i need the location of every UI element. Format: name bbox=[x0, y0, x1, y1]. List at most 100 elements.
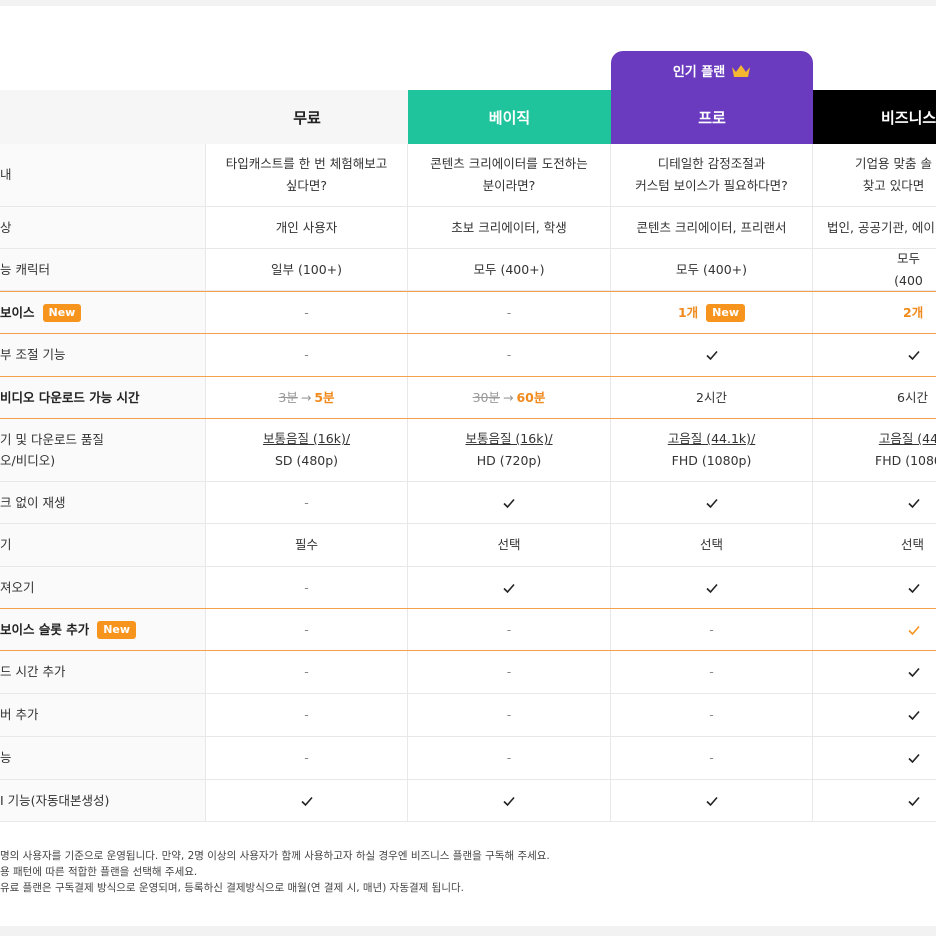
plan-cell-pro: 2시간 bbox=[611, 377, 813, 418]
plan-header-business: 비즈니스 bbox=[813, 90, 936, 144]
table-row: 버 추가 - - - bbox=[0, 694, 936, 737]
table-row: 기 및 다운로드 품질 오/비디오) 보통음질 (16k)/SD (480p) 보통… bbox=[0, 419, 936, 482]
plan-cell-biz bbox=[813, 694, 936, 736]
plan-cell-biz: 기업용 맞춤 솔 찾고 있다면 bbox=[813, 144, 936, 206]
plan-cell-basic: - bbox=[408, 651, 611, 693]
check-icon bbox=[705, 796, 718, 806]
new-value: 5분 bbox=[314, 389, 335, 405]
check-icon bbox=[503, 498, 515, 508]
row-label: 보이스 슬롯 추가 New bbox=[0, 609, 206, 650]
row-label-text: 져오기 bbox=[0, 579, 35, 595]
cell-text: 6시간 bbox=[897, 389, 928, 405]
plan-cell-pro: - bbox=[611, 651, 813, 693]
cell-text: - bbox=[304, 621, 309, 637]
plan-cell-basic: 선택 bbox=[408, 524, 611, 566]
quality-audio: 보통음질 (16k)/ bbox=[465, 431, 553, 447]
footnote: 유료 플랜은 구독결제 방식으로 운영되며, 등록하신 결제방식으로 매월(연 … bbox=[0, 882, 464, 894]
cell-text: 1개 bbox=[677, 304, 699, 320]
table-row: 보이스 슬롯 추가 New - - - bbox=[0, 608, 936, 651]
row-label: 져오기 bbox=[0, 567, 206, 608]
cell-text: 초보 크리에이터, 학생 bbox=[451, 219, 567, 235]
old-value: 3분 bbox=[278, 389, 298, 405]
plan-cell-free: - bbox=[206, 651, 408, 693]
popular-plan-badge: 인기 플랜 bbox=[611, 51, 813, 90]
check-icon bbox=[908, 350, 920, 361]
row-label: 기 및 다운로드 품질 오/비디오) bbox=[0, 419, 206, 481]
plan-header-pro: 프로 bbox=[611, 90, 813, 144]
plan-cell-pro: 선택 bbox=[611, 524, 813, 566]
cell-text: 선택 bbox=[901, 537, 925, 553]
plan-cell-biz: 6시간 bbox=[813, 377, 936, 418]
cell-text: - bbox=[506, 664, 512, 680]
cell-text: 콘텐츠 크리에이터, 프리랜서 bbox=[636, 219, 787, 235]
row-label: 상 bbox=[0, 207, 206, 248]
plan-cell-free: - bbox=[206, 482, 408, 523]
check-icon bbox=[908, 625, 920, 635]
cell-text: - bbox=[304, 664, 309, 680]
plan-cell-pro: 1개 New bbox=[611, 292, 813, 333]
plan-cell-free: 보통음질 (16k)/ SD (480p) bbox=[206, 419, 408, 481]
check-icon bbox=[908, 498, 920, 508]
row-label-text: I 기능(자동대본생성) bbox=[0, 792, 110, 808]
row-label: I 기능(자동대본생성) bbox=[0, 780, 206, 821]
check-icon bbox=[908, 796, 920, 806]
plan-cell-free: 필수 bbox=[206, 524, 408, 566]
plan-cell-pro: 콘텐츠 크리에이터, 프리랜서 bbox=[611, 207, 813, 248]
plan-cell-biz: 고음질 (44 FHD (1080 bbox=[813, 419, 936, 481]
cell-text: 디테일한 감정조절과 커스텀 보이스가 필요하다면? bbox=[635, 156, 788, 193]
quality-audio: 고음질 (44.1k)/ bbox=[667, 431, 756, 447]
cell-text: 일부 (100+) bbox=[270, 261, 343, 277]
row-label-text: 비디오 다운로드 가능 시간 bbox=[0, 389, 140, 405]
cell-text: 선택 bbox=[497, 537, 521, 553]
quality-audio: 고음질 (44 bbox=[878, 431, 936, 447]
row-label: 능 bbox=[0, 737, 206, 779]
plan-cell-basic: 보통음질 (16k)/ HD (720p) bbox=[408, 419, 611, 481]
row-label: 부 조절 기능 bbox=[0, 334, 206, 376]
quality-audio: 보통음질 (16k)/ bbox=[262, 431, 351, 447]
plan-cell-basic: 초보 크리에이터, 학생 bbox=[408, 207, 611, 248]
plan-cell-free: - bbox=[206, 334, 408, 376]
old-value: 30분 bbox=[472, 389, 500, 405]
cell-text: - bbox=[506, 750, 512, 766]
cell-text: 기업용 맞춤 솔 찾고 있다면 bbox=[855, 156, 932, 193]
plan-cell-pro bbox=[611, 780, 813, 821]
table-row: 드 시간 추가 - - - bbox=[0, 651, 936, 694]
plan-cell-basic: - bbox=[408, 737, 611, 779]
row-label: 비디오 다운로드 가능 시간 bbox=[0, 377, 206, 418]
row-label-text: 기 및 다운로드 품질 오/비디오) bbox=[0, 431, 104, 468]
row-label-text: 보이스 슬롯 추가 bbox=[0, 621, 90, 637]
plan-cell-biz bbox=[813, 737, 936, 779]
plan-cell-basic: 30분 → 60분 bbox=[408, 377, 611, 418]
cell-text: - bbox=[709, 621, 714, 637]
plan-cell-pro: - bbox=[611, 737, 813, 779]
quality-video: HD (720p) bbox=[476, 453, 542, 468]
row-label-text: 능 bbox=[0, 750, 12, 766]
plan-cell-biz bbox=[813, 651, 936, 693]
plan-cell-biz bbox=[813, 334, 936, 376]
cell-text: - bbox=[304, 347, 309, 363]
cell-text: 타입캐스트를 한 번 체험해보고 싶다면? bbox=[225, 156, 388, 193]
plan-cell-free: - bbox=[206, 292, 408, 333]
plan-cell-pro bbox=[611, 567, 813, 608]
plan-cell-free: - bbox=[206, 737, 408, 779]
cell-text: - bbox=[304, 494, 309, 510]
cell-text: 개인 사용자 bbox=[275, 219, 338, 235]
table-row: 상 개인 사용자 초보 크리에이터, 학생 콘텐츠 크리에이터, 프리랜서 법인, 공공… bbox=[0, 207, 936, 249]
cell-text: - bbox=[304, 579, 309, 595]
plan-cell-pro: 디테일한 감정조절과 커스텀 보이스가 필요하다면? bbox=[611, 144, 813, 206]
crown-icon bbox=[732, 64, 751, 77]
cell-text: - bbox=[506, 304, 512, 320]
plan-cell-biz: 법인, 공공기관, 에이 bbox=[813, 207, 936, 248]
plan-cell-biz bbox=[813, 567, 936, 608]
arrow-icon: → bbox=[503, 389, 514, 405]
row-label: 보이스 New bbox=[0, 292, 206, 333]
cell-text: - bbox=[506, 707, 512, 723]
plan-cell-biz bbox=[813, 609, 936, 650]
row-label-text: 보이스 bbox=[0, 304, 35, 320]
plan-cell-pro bbox=[611, 334, 813, 376]
check-icon bbox=[503, 583, 515, 593]
check-icon bbox=[503, 796, 515, 806]
cell-text: 모두 (400 bbox=[894, 250, 923, 288]
plan-cell-free: 타입캐스트를 한 번 체험해보고 싶다면? bbox=[206, 144, 408, 206]
plan-cell-basic: - bbox=[408, 694, 611, 736]
